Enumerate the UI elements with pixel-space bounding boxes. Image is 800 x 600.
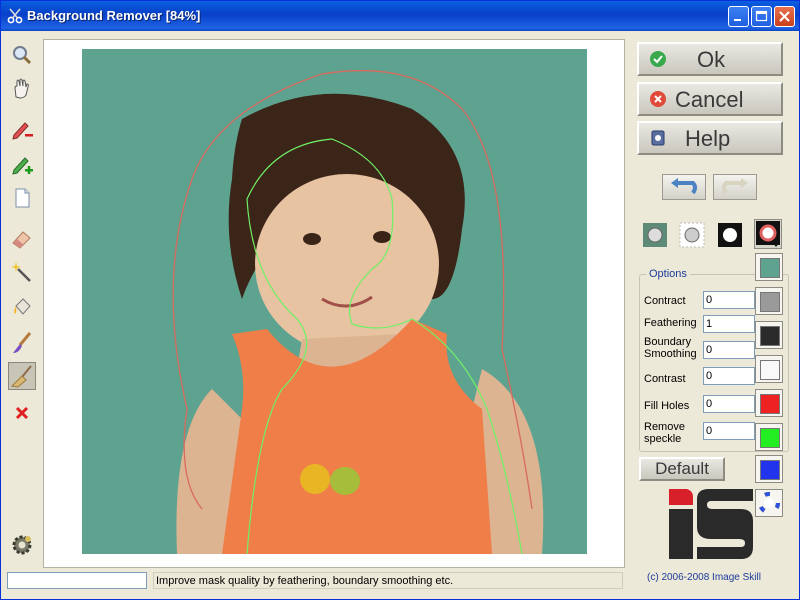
boundary-smoothing-label: Boundary Smoothing: [644, 336, 697, 360]
magnifier-icon: [13, 46, 32, 65]
window-title: Background Remover [84%]: [27, 8, 201, 23]
contrast-label: Contrast: [644, 373, 686, 385]
magic-wand-icon: [11, 262, 31, 282]
swatch-black-color: [760, 326, 780, 346]
brush-icon: [13, 332, 32, 353]
title-bar[interactable]: Background Remover [84%]: [1, 1, 799, 31]
maximize-icon: [755, 10, 768, 22]
original-image-icon: [643, 223, 667, 247]
view-color-button[interactable]: [754, 219, 782, 249]
transparent-background-icon: [679, 222, 705, 248]
photo-preview[interactable]: [82, 49, 587, 554]
pan-tool[interactable]: [8, 75, 36, 103]
minimize-icon: [734, 19, 741, 21]
swatch-blue[interactable]: [755, 455, 783, 483]
maximize-button[interactable]: [751, 6, 772, 27]
swatch-gray-color: [760, 292, 780, 312]
ok-button[interactable]: Ok: [637, 42, 783, 76]
undo-arrow-icon: [671, 178, 697, 195]
feathering-label: Feathering: [644, 317, 697, 329]
child-photo: [172, 69, 544, 554]
ok-label: Ok: [697, 47, 726, 72]
contrast-input[interactable]: [703, 367, 755, 385]
broom-tool[interactable]: [8, 362, 36, 390]
color-wheel-icon: [758, 492, 780, 514]
undo-button[interactable]: [662, 174, 706, 200]
swatch-black[interactable]: [755, 321, 783, 349]
app-window: Background Remover [84%] Ok Cancel Help …: [0, 0, 800, 600]
gear-icon: [12, 535, 32, 555]
contract-label: Contract: [644, 295, 686, 307]
settings-button[interactable]: [8, 531, 36, 559]
color-picker-icon: [756, 221, 780, 247]
page-icon: [15, 188, 30, 208]
help-book-icon: [651, 130, 665, 146]
tool-palette: [5, 39, 39, 569]
control-panel: Ok Cancel Help Options Contract 0 Feathe…: [631, 39, 799, 583]
swatch-red[interactable]: [755, 389, 783, 417]
cancel-label: Cancel: [675, 87, 744, 112]
eraser-tool[interactable]: [8, 225, 36, 253]
erase-marker-tool[interactable]: [8, 115, 36, 143]
options-legend: Options: [646, 268, 690, 280]
boundary-smoothing-input[interactable]: [703, 341, 755, 359]
magic-wand-tool[interactable]: [8, 259, 36, 287]
view-mask-button[interactable]: [717, 222, 743, 248]
redo-button[interactable]: [713, 174, 757, 200]
brush-tool[interactable]: [8, 329, 36, 357]
scissors-icon: [7, 8, 23, 24]
view-original-button[interactable]: [642, 222, 668, 248]
zoom-tool[interactable]: [8, 41, 36, 69]
fill-holes-input[interactable]: [703, 395, 755, 413]
feathering-input[interactable]: [703, 315, 755, 333]
image-canvas[interactable]: [43, 39, 625, 568]
contract-input[interactable]: [703, 291, 755, 309]
fill-tool[interactable]: [8, 294, 36, 322]
swatch-teal[interactable]: [755, 253, 783, 281]
close-button[interactable]: [774, 6, 795, 27]
swatch-white[interactable]: [755, 355, 783, 383]
swatch-red-color: [760, 394, 780, 414]
image-skill-logo: [669, 489, 753, 559]
x-circle-icon: [650, 91, 666, 107]
paint-bucket-icon: [14, 298, 31, 315]
default-button[interactable]: Default: [639, 457, 725, 481]
status-bar: Improve mask quality by feathering, boun…: [1, 571, 799, 599]
hand-icon: [14, 78, 29, 99]
swatch-green-color: [760, 428, 780, 448]
green-pencil-plus-icon: [12, 157, 33, 175]
status-message: Improve mask quality by feathering, boun…: [153, 572, 623, 589]
swatch-white-color: [760, 360, 780, 380]
red-x-icon: [15, 406, 29, 420]
check-icon: [650, 51, 666, 67]
close-icon: [779, 11, 790, 22]
help-label: Help: [685, 126, 731, 151]
clear-tool[interactable]: [8, 399, 36, 427]
fill-holes-label: Fill Holes: [644, 400, 690, 412]
swatch-green[interactable]: [755, 423, 783, 451]
eraser-icon: [12, 231, 31, 249]
remove-speckle-input[interactable]: [703, 422, 755, 440]
red-pencil-minus-icon: [12, 122, 33, 140]
remove-speckle-label: Remove speckle: [644, 421, 685, 445]
swatch-teal-color: [760, 258, 780, 278]
swatch-blue-color: [760, 460, 780, 480]
mask-view-icon: [718, 223, 742, 247]
add-marker-tool[interactable]: [8, 150, 36, 178]
help-button[interactable]: Help: [637, 121, 783, 155]
view-transparent-button[interactable]: [679, 222, 705, 248]
minimize-button[interactable]: [728, 6, 749, 27]
swatch-gray[interactable]: [755, 287, 783, 315]
broom-icon: [10, 365, 32, 388]
cancel-button[interactable]: Cancel: [637, 82, 783, 116]
new-document-tool[interactable]: [8, 184, 36, 212]
custom-color-button[interactable]: [755, 489, 783, 517]
progress-field: [7, 572, 147, 589]
redo-arrow-icon: [722, 178, 748, 195]
